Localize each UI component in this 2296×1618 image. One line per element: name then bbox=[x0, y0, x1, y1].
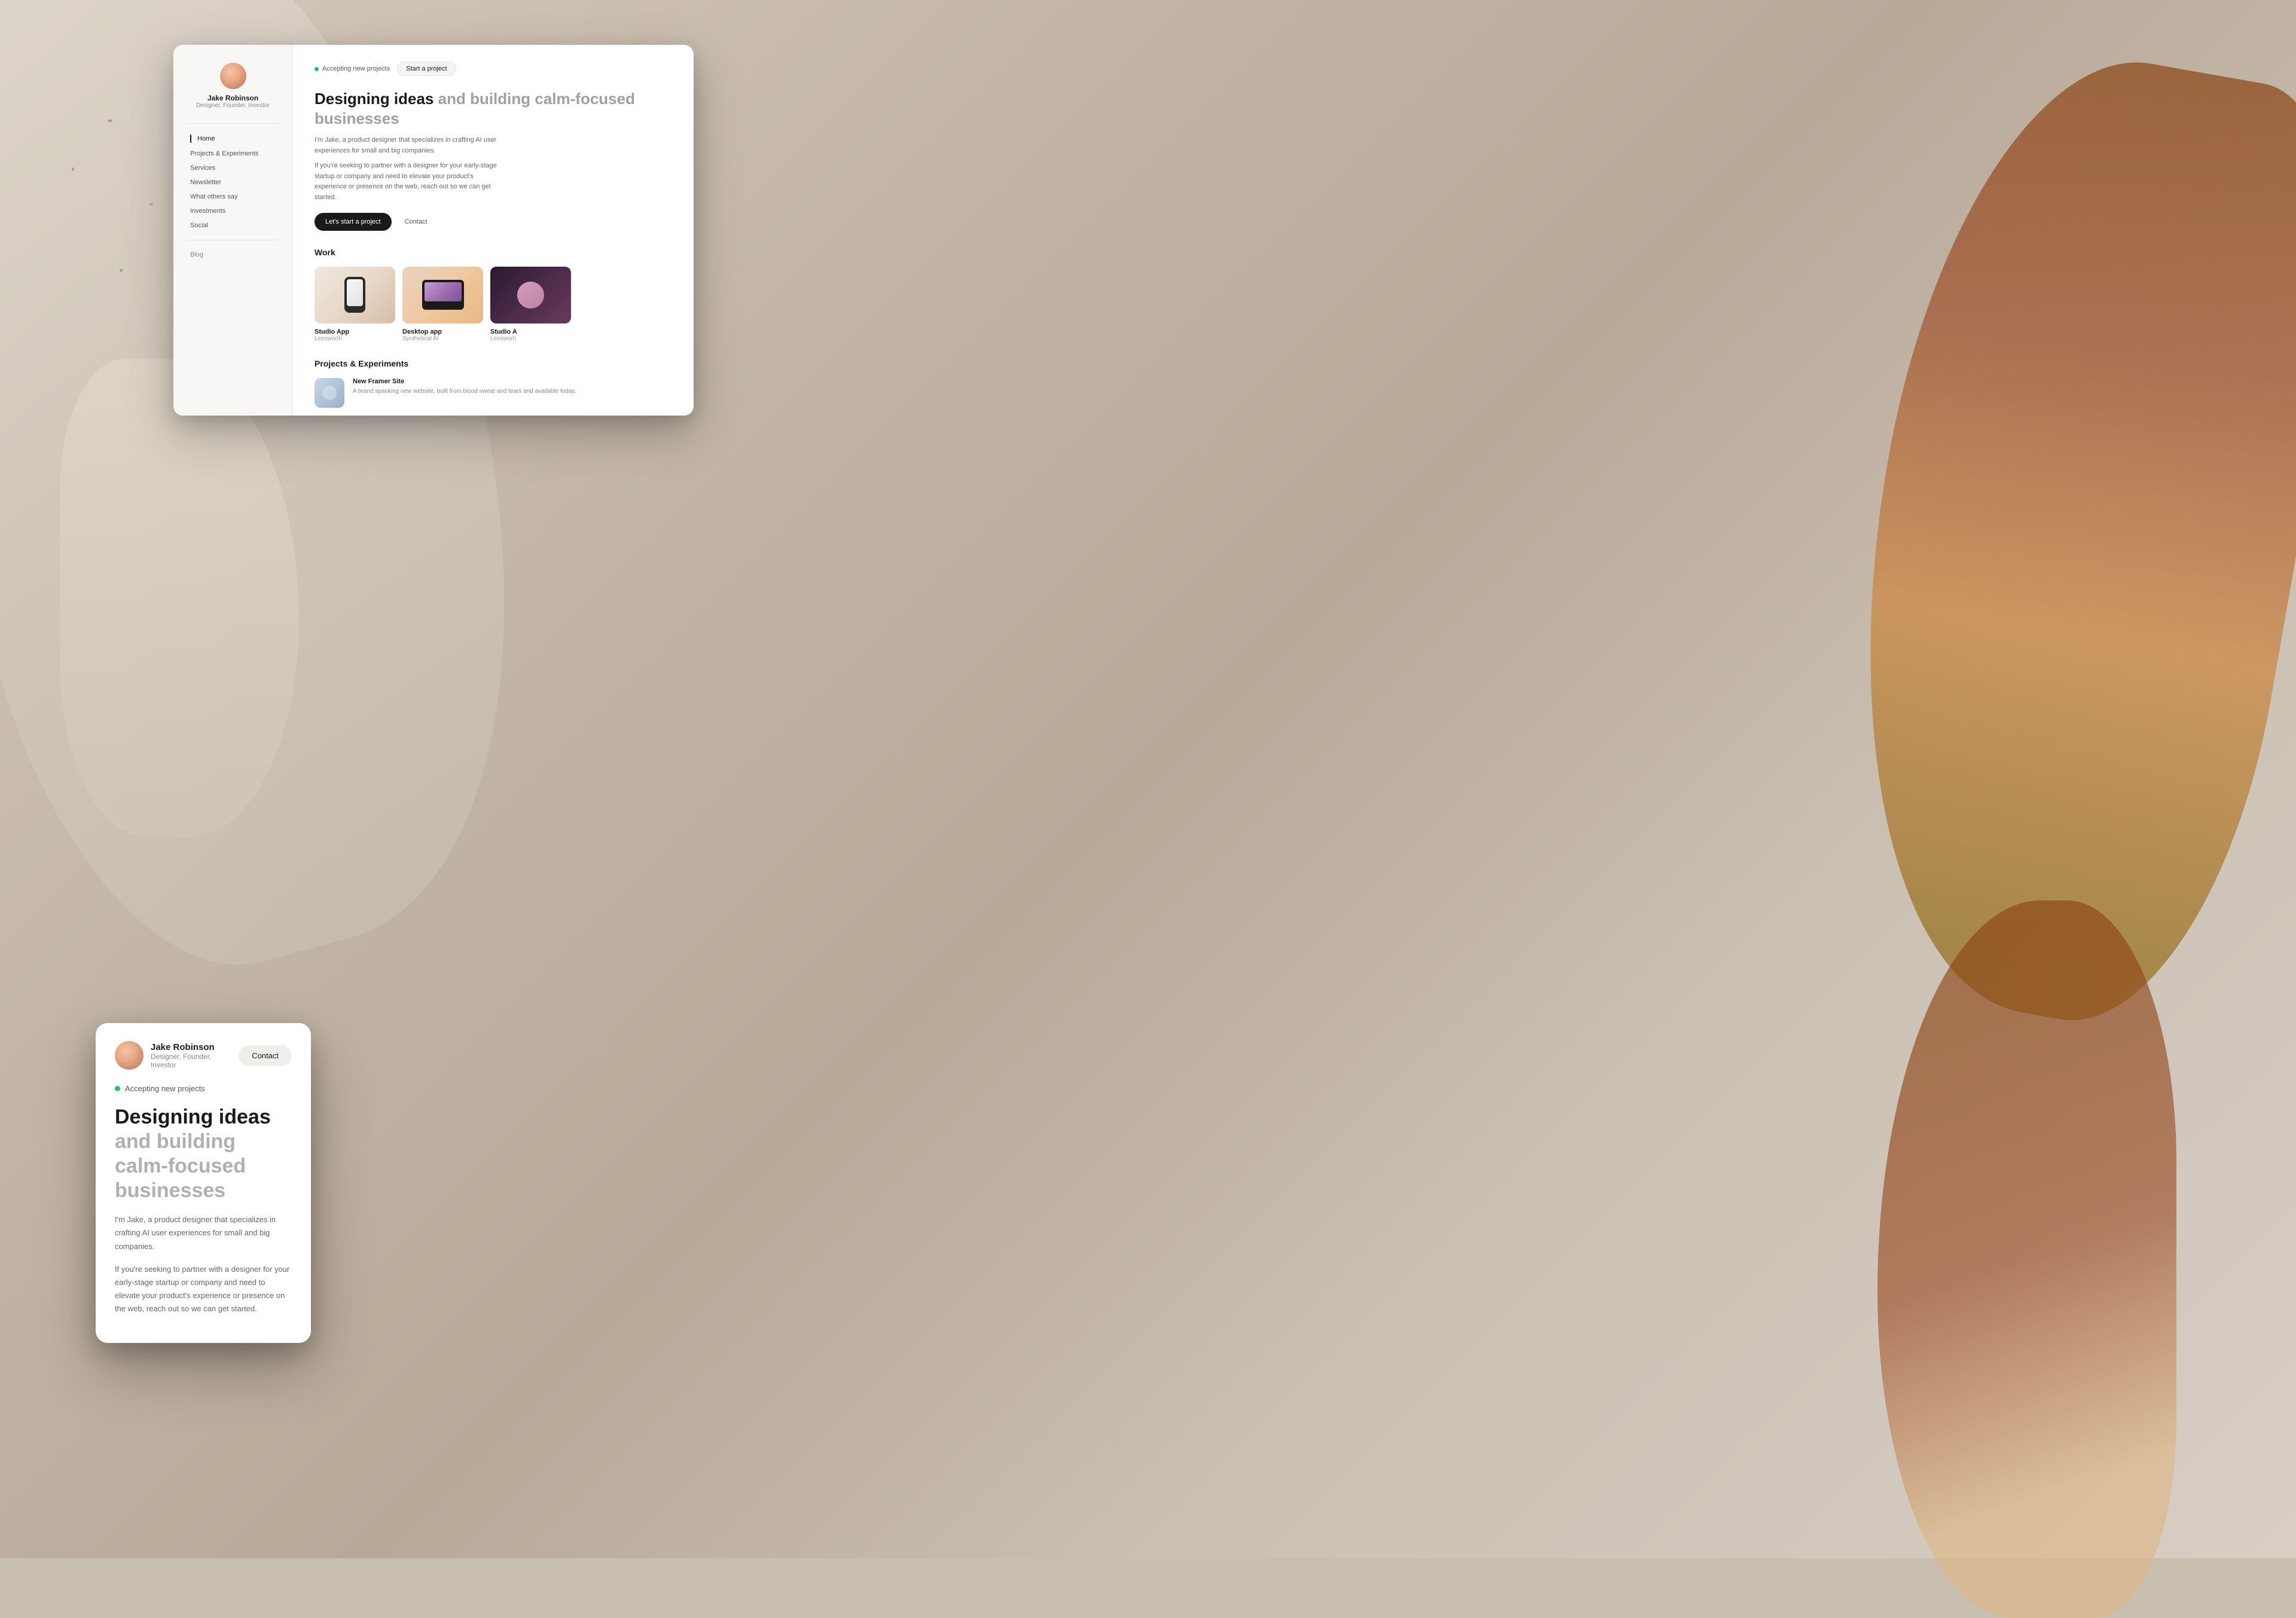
cta-secondary-button[interactable]: Contact bbox=[398, 213, 435, 231]
work-card-studio-app[interactable]: Studio App Leesworth bbox=[315, 267, 395, 342]
mobile-hero-desc-1: I'm Jake, a product designer that specia… bbox=[115, 1213, 292, 1253]
nav-item-newsletter[interactable]: Newsletter bbox=[185, 175, 280, 190]
sidebar-name: Jake Robinson bbox=[196, 94, 270, 102]
mobile-name: Jake Robinson bbox=[151, 1042, 239, 1052]
nav-item-home[interactable]: Home bbox=[185, 131, 280, 146]
browser-window: Jake Robinson Designer, Founder, Investo… bbox=[173, 45, 694, 416]
thumb-phone-icon bbox=[344, 277, 365, 313]
hero-desc-1: I'm Jake, a product designer that specia… bbox=[315, 135, 506, 156]
speckle bbox=[72, 167, 74, 171]
speckle bbox=[120, 269, 123, 272]
mobile-hero-desc-2: If you're seeking to partner with a desi… bbox=[115, 1263, 292, 1315]
nav-item-projects[interactable]: Projects & Experiments bbox=[185, 146, 280, 161]
hero-title-black: Designing ideas bbox=[315, 90, 433, 108]
work-grid: Studio App Leesworth Desktop app Synthet… bbox=[315, 267, 672, 342]
project-thumb-framer bbox=[315, 378, 344, 408]
work-name-studio-b: Studio A bbox=[490, 328, 571, 335]
work-company-leesworth: Leesworth bbox=[315, 335, 395, 342]
mobile-status: Accepting new projects bbox=[115, 1084, 292, 1093]
sidebar-profile: Jake Robinson Designer, Founder, Investo… bbox=[185, 63, 280, 109]
projects-section-title: Projects & Experiments bbox=[315, 359, 672, 368]
speckle bbox=[108, 120, 112, 122]
work-company-synthetical: Synthetical AI bbox=[402, 335, 483, 342]
nav-item-social[interactable]: Social bbox=[185, 218, 280, 233]
mobile-contact-button[interactable]: Contact bbox=[239, 1045, 292, 1066]
sidebar-role: Designer, Founder, Investor bbox=[196, 102, 270, 109]
work-company-leesworth-b: Leesworh bbox=[490, 335, 571, 342]
thumb-circle bbox=[517, 282, 544, 309]
mobile-card-header: Jake Robinson Designer, Founder, Investo… bbox=[115, 1041, 292, 1070]
projects-list: New Framer Site A brand spanking new web… bbox=[315, 378, 672, 416]
work-card-studio-b[interactable]: Studio A Leesworh bbox=[490, 267, 571, 342]
hero-title: Designing ideas and building calm-focuse… bbox=[315, 89, 672, 128]
speckle bbox=[149, 203, 153, 205]
avatar-image bbox=[220, 63, 246, 89]
mobile-hero-title: Designing ideas and building calm-focuse… bbox=[115, 1105, 292, 1202]
work-card-desktop-app[interactable]: Desktop app Synthetical AI bbox=[402, 267, 483, 342]
work-name-studio-app: Studio App bbox=[315, 328, 395, 335]
thumb-studio-b-bg bbox=[490, 267, 571, 323]
status-text: Accepting new projects bbox=[322, 65, 390, 72]
status-badge: Accepting new projects bbox=[315, 65, 390, 72]
mobile-hero-title-black: Designing ideas bbox=[115, 1106, 271, 1128]
work-thumb-studio-app bbox=[315, 267, 395, 323]
work-section-title: Work bbox=[315, 248, 672, 257]
mobile-status-text: Accepting new projects bbox=[125, 1084, 205, 1093]
project-info-framer: New Framer Site A brand spanking new web… bbox=[353, 378, 672, 396]
mobile-profile: Jake Robinson Designer, Founder, Investo… bbox=[115, 1041, 239, 1070]
mobile-status-dot bbox=[115, 1086, 120, 1091]
status-bar: Accepting new projects Start a project bbox=[315, 62, 672, 76]
start-project-button[interactable]: Start a project bbox=[397, 62, 456, 76]
avatar bbox=[220, 63, 246, 89]
thumb-monitor-icon bbox=[422, 280, 464, 310]
sidebar: Jake Robinson Designer, Founder, Investo… bbox=[173, 45, 293, 416]
sidebar-nav: Home Projects & Experiments Services New… bbox=[185, 123, 280, 233]
cta-primary-button[interactable]: Let's start a project bbox=[315, 213, 392, 231]
project-item-framer[interactable]: New Framer Site A brand spanking new web… bbox=[315, 378, 672, 408]
thumb-desktop-bg bbox=[402, 267, 483, 323]
nav-item-testimonials[interactable]: What others say bbox=[185, 190, 280, 204]
project-desc-framer: A brand spanking new website, built from… bbox=[353, 387, 672, 396]
nav-item-services[interactable]: Services bbox=[185, 161, 280, 175]
mobile-hero-title-gray: and building calm-focused businesses bbox=[115, 1130, 246, 1202]
work-name-desktop-app: Desktop app bbox=[402, 328, 483, 335]
work-thumb-desktop-app bbox=[402, 267, 483, 323]
status-dot bbox=[315, 67, 319, 71]
work-thumb-studio-b bbox=[490, 267, 571, 323]
hero-buttons: Let's start a project Contact bbox=[315, 213, 672, 231]
framer-thumb-icon bbox=[322, 386, 337, 400]
hero-desc-2: If you're seeking to partner with a desi… bbox=[315, 161, 506, 203]
thumb-studio-app-bg bbox=[315, 267, 395, 323]
project-name-framer: New Framer Site bbox=[353, 378, 672, 385]
mobile-role: Designer, Founder, Investor bbox=[151, 1052, 239, 1069]
nav-item-investments[interactable]: Investments bbox=[185, 204, 280, 218]
framer-thumb-bg bbox=[315, 378, 344, 408]
mobile-avatar bbox=[115, 1041, 144, 1070]
mobile-card: Jake Robinson Designer, Founder, Investo… bbox=[96, 1023, 311, 1343]
main-content: Accepting new projects Start a project D… bbox=[293, 45, 694, 416]
nav-item-blog[interactable]: Blog bbox=[185, 248, 280, 262]
